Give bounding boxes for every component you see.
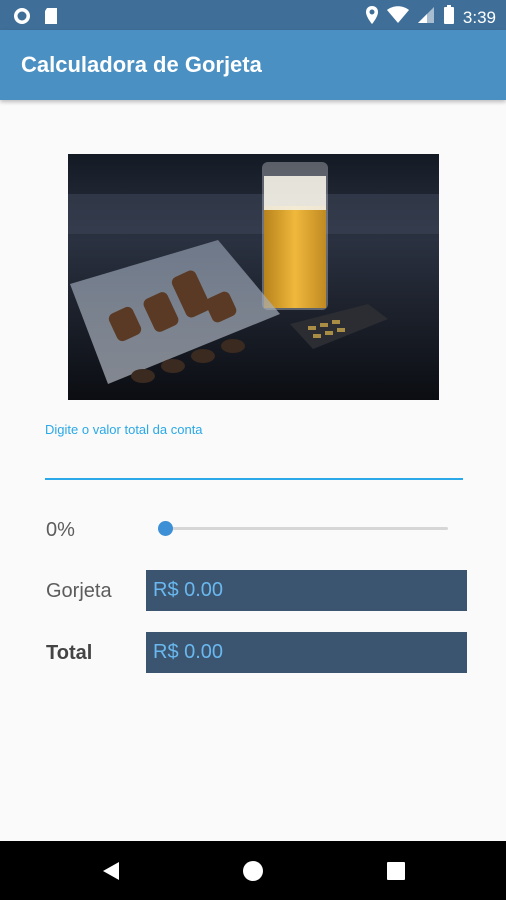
wifi-icon — [386, 6, 409, 29]
signal-icon — [417, 6, 435, 29]
beer-coins-calculator-photo — [68, 154, 439, 400]
bill-input-label: Digite o valor total da conta — [45, 422, 203, 437]
home-icon — [243, 860, 263, 881]
status-bar: 3:39 — [0, 0, 506, 30]
tip-label: Gorjeta — [46, 580, 112, 602]
bill-amount-input[interactable] — [45, 442, 463, 478]
tip-percent-label: 0% — [46, 519, 75, 541]
total-value: R$ 0.00 — [153, 641, 224, 663]
battery-icon — [443, 5, 455, 30]
location-icon — [365, 5, 379, 30]
input-underline — [45, 478, 463, 480]
tip-value-box: R$ 0.00 — [146, 570, 467, 611]
record-icon — [13, 7, 31, 30]
status-time: 3:39 — [462, 7, 496, 27]
back-icon — [103, 861, 119, 880]
page-title: Calculadora de Gorjeta — [21, 52, 262, 77]
tip-slider-track[interactable] — [166, 527, 448, 530]
recents-icon — [387, 861, 405, 880]
sd-card-icon — [43, 7, 59, 30]
home-button[interactable] — [223, 841, 283, 900]
tip-value: R$ 0.00 — [153, 579, 224, 601]
back-button[interactable] — [81, 841, 141, 900]
app-bar: Calculadora de Gorjeta — [0, 30, 506, 100]
tip-slider-thumb[interactable] — [158, 521, 173, 536]
status-left-icons — [13, 7, 59, 30]
total-label: Total — [46, 642, 93, 664]
status-right-icons: 3:39 — [365, 5, 496, 30]
recents-button[interactable] — [366, 841, 426, 900]
header-image — [68, 154, 439, 400]
total-value-box: R$ 0.00 — [146, 632, 467, 673]
navigation-bar — [0, 841, 506, 900]
